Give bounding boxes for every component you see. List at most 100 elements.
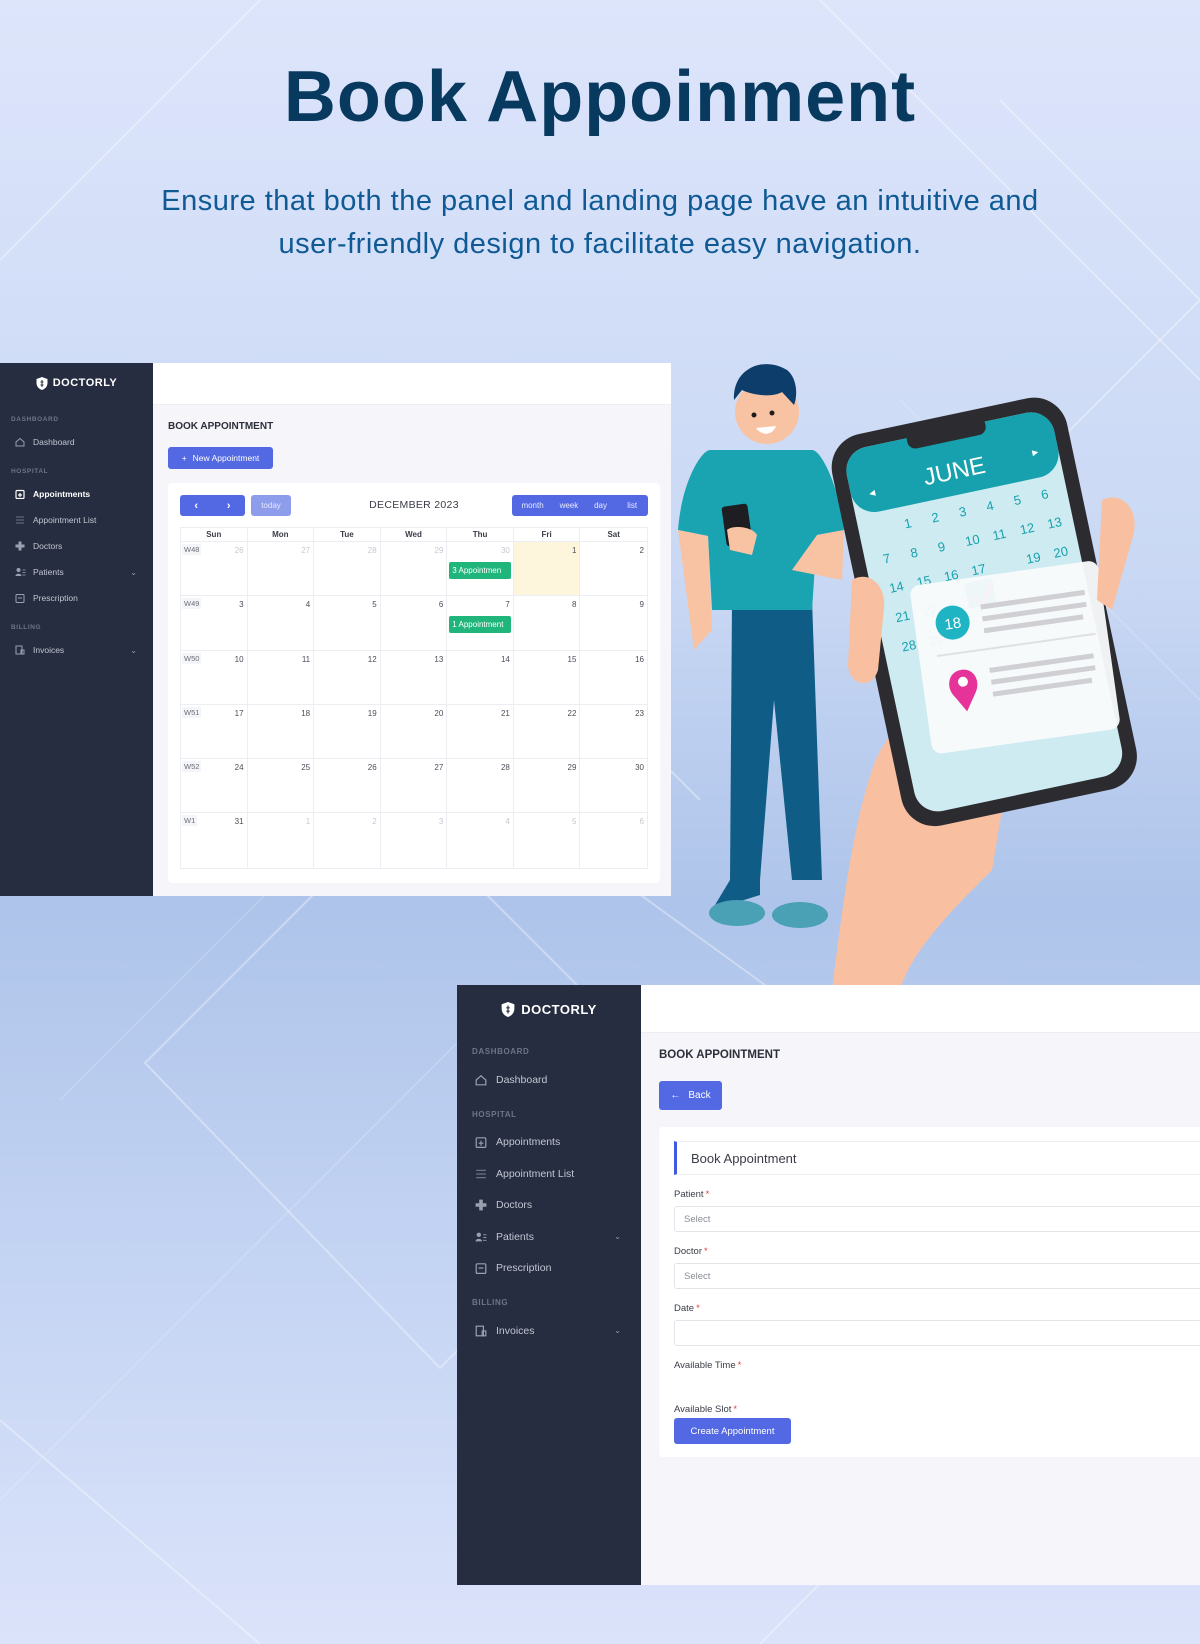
day-number[interactable]: 28: [368, 546, 377, 555]
sidebar-item-dashboard[interactable]: Dashboard: [457, 1064, 641, 1096]
calendar-day-cell[interactable]: 25: [248, 759, 315, 813]
calendar-day-cell[interactable]: 20: [381, 704, 448, 759]
day-number[interactable]: 22: [568, 709, 577, 718]
calendar-day-cell[interactable]: 2: [580, 542, 647, 595]
sidebar-item-appointment-list[interactable]: Appointment List: [0, 507, 153, 533]
day-number[interactable]: 19: [368, 709, 377, 718]
calendar-day-cell[interactable]: W52 24: [181, 759, 248, 813]
sidebar-item-invoices[interactable]: Invoices ⌄: [0, 637, 153, 663]
calendar-day-cell[interactable]: 18: [248, 704, 315, 759]
date-input[interactable]: [674, 1320, 1200, 1346]
calendar-day-cell[interactable]: 28: [447, 759, 514, 813]
calendar-day-cell[interactable]: 6: [580, 813, 647, 867]
brand-logo[interactable]: DOCTORLY: [457, 985, 641, 1033]
calendar-day-cell[interactable]: W1 31: [181, 813, 248, 868]
calendar-day-cell[interactable]: 29: [381, 542, 448, 596]
calendar-day-cell[interactable]: 27: [381, 759, 448, 813]
calendar-day-cell[interactable]: 28: [314, 542, 381, 596]
day-number[interactable]: 24: [235, 763, 244, 772]
day-number[interactable]: 3: [439, 817, 443, 826]
day-number[interactable]: 29: [568, 763, 577, 772]
week-number[interactable]: W48: [182, 544, 202, 555]
calendar-day-cell[interactable]: 7 1 Appointment: [447, 596, 514, 650]
sidebar-item-appointments[interactable]: Appointments: [457, 1127, 641, 1159]
view-week-button[interactable]: week: [553, 495, 585, 516]
calendar-day-cell[interactable]: 1: [248, 813, 315, 868]
day-number[interactable]: 10: [235, 655, 244, 664]
day-number[interactable]: 16: [635, 655, 644, 664]
day-number[interactable]: 13: [434, 655, 443, 664]
calendar-day-cell[interactable]: 2: [314, 813, 381, 868]
calendar-day-cell[interactable]: 14: [447, 650, 514, 704]
day-number[interactable]: 4: [505, 817, 509, 826]
day-number[interactable]: 15: [568, 655, 577, 664]
day-number[interactable]: 31: [235, 817, 244, 826]
day-number[interactable]: 2: [640, 546, 644, 555]
day-number[interactable]: 28: [501, 763, 510, 772]
chevron-down-icon[interactable]: ⌄: [130, 646, 137, 655]
brand-logo[interactable]: DOCTORLY: [0, 363, 153, 403]
calendar-day-cell[interactable]: 29: [514, 759, 581, 813]
create-appointment-button[interactable]: Create Appointment: [674, 1418, 791, 1444]
calendar-day-cell[interactable]: 30 3 Appointmen: [447, 542, 514, 596]
day-number[interactable]: 18: [301, 709, 310, 718]
calendar-day-cell[interactable]: 13: [381, 650, 448, 704]
day-number[interactable]: 5: [572, 817, 576, 826]
day-number[interactable]: 29: [434, 546, 443, 555]
day-number[interactable]: 21: [501, 709, 510, 718]
calendar-day-cell[interactable]: 12: [314, 650, 381, 704]
sidebar-item-dashboard[interactable]: Dashboard: [0, 429, 153, 455]
calendar-day-cell[interactable]: 1: [513, 542, 581, 596]
calendar-day-cell[interactable]: 5: [514, 813, 581, 868]
calendar-day-cell[interactable]: W48 26: [181, 542, 248, 596]
calendar-day-cell[interactable]: 3: [381, 813, 448, 868]
chevron-down-icon[interactable]: ⌄: [614, 1232, 621, 1241]
appointment-event[interactable]: 1 Appointment: [449, 616, 511, 634]
day-number[interactable]: 27: [434, 763, 443, 772]
calendar-day-cell[interactable]: 9: [580, 596, 647, 649]
sidebar-item-appointments[interactable]: Appointments: [0, 481, 153, 507]
day-number[interactable]: 7: [505, 600, 509, 609]
view-day-button[interactable]: day: [585, 495, 617, 516]
calendar-day-cell[interactable]: 8: [514, 596, 581, 650]
day-number[interactable]: 6: [439, 600, 443, 609]
day-number[interactable]: 1: [572, 546, 576, 555]
calendar-day-cell[interactable]: 23: [580, 705, 647, 758]
sidebar-item-prescription[interactable]: Prescription: [0, 585, 153, 611]
day-number[interactable]: 23: [635, 709, 644, 718]
day-number[interactable]: 8: [572, 600, 576, 609]
calendar-day-cell[interactable]: W51 17: [181, 704, 248, 759]
calendar-day-cell[interactable]: W49 3: [181, 596, 248, 650]
day-number[interactable]: 2: [372, 817, 376, 826]
week-number[interactable]: W50: [182, 652, 202, 664]
calendar-day-cell[interactable]: 30: [580, 759, 647, 812]
new-appointment-button[interactable]: + New Appointment: [168, 447, 273, 469]
calendar-day-cell[interactable]: 6: [381, 596, 448, 650]
week-number[interactable]: W52: [182, 761, 202, 773]
doctor-select[interactable]: Select: [674, 1263, 1200, 1289]
calendar-day-cell[interactable]: 15: [514, 650, 581, 704]
day-number[interactable]: 14: [501, 655, 510, 664]
sidebar-item-invoices[interactable]: Invoices ⌄: [457, 1315, 641, 1347]
day-number[interactable]: 9: [640, 600, 644, 609]
week-number[interactable]: W1: [182, 815, 198, 827]
day-number[interactable]: 25: [301, 763, 310, 772]
calendar-day-cell[interactable]: 21: [447, 704, 514, 759]
week-number[interactable]: W49: [182, 598, 202, 610]
view-month-button[interactable]: month: [512, 495, 553, 516]
day-number[interactable]: 27: [301, 546, 310, 555]
calendar-day-cell[interactable]: 4: [447, 813, 514, 868]
day-number[interactable]: 1: [306, 817, 310, 826]
calendar-day-cell[interactable]: 16: [580, 651, 647, 704]
appointment-event[interactable]: 3 Appointmen: [449, 562, 511, 579]
calendar-day-cell[interactable]: 22: [514, 704, 581, 759]
day-number[interactable]: 12: [368, 655, 377, 664]
calendar-day-cell[interactable]: W50 10: [181, 650, 248, 704]
sidebar-item-doctors[interactable]: Doctors: [457, 1190, 641, 1222]
chevron-down-icon[interactable]: ⌄: [130, 568, 137, 577]
day-number[interactable]: 26: [235, 546, 244, 555]
day-number[interactable]: 5: [372, 600, 376, 609]
day-number[interactable]: 17: [235, 709, 244, 718]
day-number[interactable]: 26: [368, 763, 377, 772]
sidebar-item-appointment-list[interactable]: Appointment List: [457, 1158, 641, 1190]
